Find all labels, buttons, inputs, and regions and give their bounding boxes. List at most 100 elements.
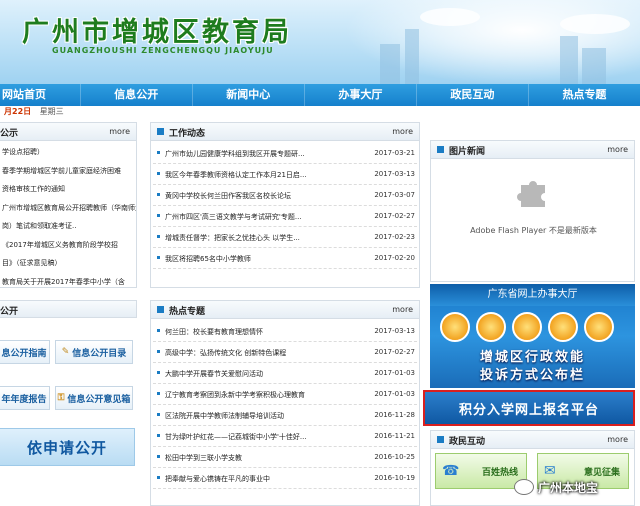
cloud-decoration [420, 8, 480, 26]
hot-list: 何兰田：校长要有教育理想情怀 2017-03-13 高级中学：弘扬传统文化 创新特… [151, 319, 419, 489]
notice-item[interactable]: 春季学期增城区学前儿童家庭经济困难 [0, 162, 136, 181]
date-bar: 月22日 星期三 [0, 106, 640, 118]
notice-item[interactable]: 学设点招聘） [0, 143, 136, 162]
hot-more-link[interactable]: more [392, 305, 413, 314]
nav-item-home[interactable]: 网站首页 [0, 84, 81, 106]
hot-row-date: 2016-10-19 [374, 474, 415, 482]
bullet-icon [157, 235, 160, 238]
watermark: 广州本地宝 [514, 474, 638, 500]
notice-panel-title: 公示 [0, 129, 19, 139]
work-row[interactable]: 我区今年春季教师资格认定工作本月21日启... 2017-03-13 [153, 164, 417, 185]
bullet-icon [157, 214, 160, 217]
notice-more-link[interactable]: more [109, 127, 130, 136]
hot-row-date: 2017-02-27 [374, 348, 415, 356]
service-icons [440, 312, 614, 342]
hotline-label: 百姓热线 [481, 467, 518, 478]
work-row[interactable]: 增城责任督学：把家长之忧挂心头 以学生... 2017-02-23 [153, 227, 417, 248]
hot-row-date: 2017-01-03 [374, 369, 415, 377]
nav-item-info-open[interactable]: 信息公开 [81, 84, 193, 106]
skyline-decoration [405, 29, 419, 84]
hot-row[interactable]: 把奉献与爱心镌铸在平凡的事业中 2016-10-19 [153, 468, 417, 489]
nav-item-hot-topics[interactable]: 热点专题 [529, 84, 640, 106]
flash-warning-text[interactable]: Adobe Flash Player 不是最新版本 [431, 225, 636, 236]
notice-item[interactable]: 广州市增城区教育局公开招聘教师（华南师大 [0, 199, 136, 218]
service-person-icon [584, 312, 614, 342]
work-row[interactable]: 广州市幼儿园健康学科组到我区开展专题研... 2017-03-21 [153, 143, 417, 164]
online-service-banner[interactable]: 广东省网上办事大厅 增城区行政效能 投诉方式公布栏 [430, 284, 635, 388]
notice-item[interactable]: 岗）笔试和领取准考证.. [0, 217, 136, 236]
bullet-icon [157, 476, 160, 479]
work-dynamics-title: 工作动态 [169, 129, 206, 139]
notice-item[interactable]: 资格审核工作的通知 [0, 180, 136, 199]
bullet-icon [157, 151, 160, 154]
bullet-icon [157, 455, 160, 458]
notice-item[interactable]: 教育局关于开展2017年春季中小学（含 [0, 273, 136, 292]
work-dynamics-header: 工作动态 more [151, 123, 419, 141]
hot-row-date: 2016-11-28 [374, 411, 415, 419]
notice-panel-header: 公示 more [0, 123, 136, 141]
work-row[interactable]: 我区将招聘65名中小学教师 2017-02-20 [153, 248, 417, 269]
hot-row[interactable]: 松田中学到三联小学支教 2016-10-25 [153, 447, 417, 468]
hot-row[interactable]: 区法院开展中学教师法制辅导培训活动 2016-11-28 [153, 405, 417, 426]
hot-row-title: 甘为绿叶护红花——记荔城街中小学'十佳好... [165, 433, 307, 441]
work-row-title: 黄冈中学校长何兰田作客我区名校长论坛 [165, 192, 291, 200]
header-banner: 广州市增城区教育局 GUANGZHOUSHI ZENGCHENGQU JIAOY… [0, 0, 640, 84]
info-open-header: 公开 [0, 300, 137, 318]
hot-topics-header: 热点专题 more [151, 301, 419, 319]
bullet-icon [157, 434, 160, 437]
nav-item-interaction[interactable]: 政民互动 [417, 84, 529, 106]
hot-topics-panel: 热点专题 more 何兰田：校长要有教育理想情怀 2017-03-13 高级中学：… [150, 300, 420, 506]
hot-row[interactable]: 大鹏中学开展春节关爱慰问活动 2017-01-03 [153, 363, 417, 384]
nav-item-service-hall[interactable]: 办事大厅 [305, 84, 417, 106]
section-bullet-icon [157, 306, 164, 313]
section-bullet-icon [437, 436, 444, 443]
hot-row[interactable]: 高级中学：弘扬传统文化 创新特色课程 2017-02-27 [153, 342, 417, 363]
work-row[interactable]: 黄冈中学校长何兰田作客我区名校长论坛 2017-03-07 [153, 185, 417, 206]
hot-row-date: 2016-10-25 [374, 453, 415, 461]
feedback-box-label: 信息公开意见箱 [67, 394, 131, 405]
skyline-decoration [560, 36, 578, 84]
hot-row[interactable]: 辽宁教育考察团到永新中学考察积极心理教育 2017-01-03 [153, 384, 417, 405]
section-bullet-icon [157, 128, 164, 135]
bullet-icon [157, 329, 160, 332]
nav-item-news[interactable]: 新闻中心 [193, 84, 305, 106]
info-open-panel: 公开 息公开指南 ✎ 信息公开目录 年年度报告 ⚿ 信息公开意见箱 [0, 300, 137, 506]
points-enrollment-platform-link[interactable]: 积分入学网上报名平台 [423, 390, 635, 426]
work-row-date: 2017-03-07 [374, 191, 415, 199]
hot-row[interactable]: 何兰田：校长要有教育理想情怀 2017-03-13 [153, 321, 417, 342]
service-person-icon [512, 312, 542, 342]
apply-open-button[interactable]: 依申请公开 [0, 428, 135, 466]
plugin-missing-icon [517, 181, 545, 207]
work-row-date: 2017-02-27 [374, 212, 415, 220]
work-more-link[interactable]: more [392, 127, 413, 136]
annual-report-button[interactable]: 年年度报告 [0, 386, 50, 410]
picture-news-title: 图片新闻 [449, 147, 486, 157]
bullet-icon [157, 371, 160, 374]
work-row-date: 2017-02-20 [374, 254, 415, 262]
info-open-catalog-label: 信息公开目录 [72, 348, 127, 359]
site-title: 广州市增城区教育局 [22, 17, 292, 48]
picture-news-header: 图片新闻 more [431, 141, 634, 159]
work-row[interactable]: 广州市四区'高三语文教学与考试研究'专题... 2017-02-27 [153, 206, 417, 227]
hot-row-title: 区法院开展中学教师法制辅导培训活动 [165, 412, 284, 420]
notice-item[interactable]: 《2017年增城区义务教育阶段学校招 [0, 236, 136, 255]
notice-panel: 公示 more 学设点招聘） 春季学期增城区学前儿童家庭经济困难 资格审核工作的… [0, 122, 137, 288]
bullet-icon [157, 392, 160, 395]
hot-row[interactable]: 甘为绿叶护红花——记荔城街中小学'十佳好... 2016-11-21 [153, 426, 417, 447]
skyline-decoration [582, 48, 606, 84]
notice-item[interactable]: 目》（征求意见稿） [0, 254, 136, 273]
hot-row-date: 2017-01-03 [374, 390, 415, 398]
work-row-date: 2017-03-21 [374, 149, 415, 157]
info-open-guide-button[interactable]: 息公开指南 [0, 340, 50, 364]
picture-news-panel: 图片新闻 more Adobe Flash Player 不是最新版本 [430, 140, 635, 282]
hot-row-date: 2017-03-13 [374, 327, 415, 335]
hot-row-title: 何兰田：校长要有教育理想情怀 [165, 328, 263, 336]
picture-news-more-link[interactable]: more [607, 145, 628, 154]
interaction-title: 政民互动 [449, 437, 486, 447]
work-row-title: 增城责任督学：把家长之忧挂心头 以学生... [165, 234, 300, 242]
bullet-icon [157, 413, 160, 416]
info-open-catalog-button[interactable]: ✎ 信息公开目录 [55, 340, 133, 364]
interaction-more-link[interactable]: more [607, 435, 628, 444]
feedback-box-button[interactable]: ⚿ 信息公开意见箱 [55, 386, 133, 410]
date-day: 月22日 [4, 107, 32, 116]
